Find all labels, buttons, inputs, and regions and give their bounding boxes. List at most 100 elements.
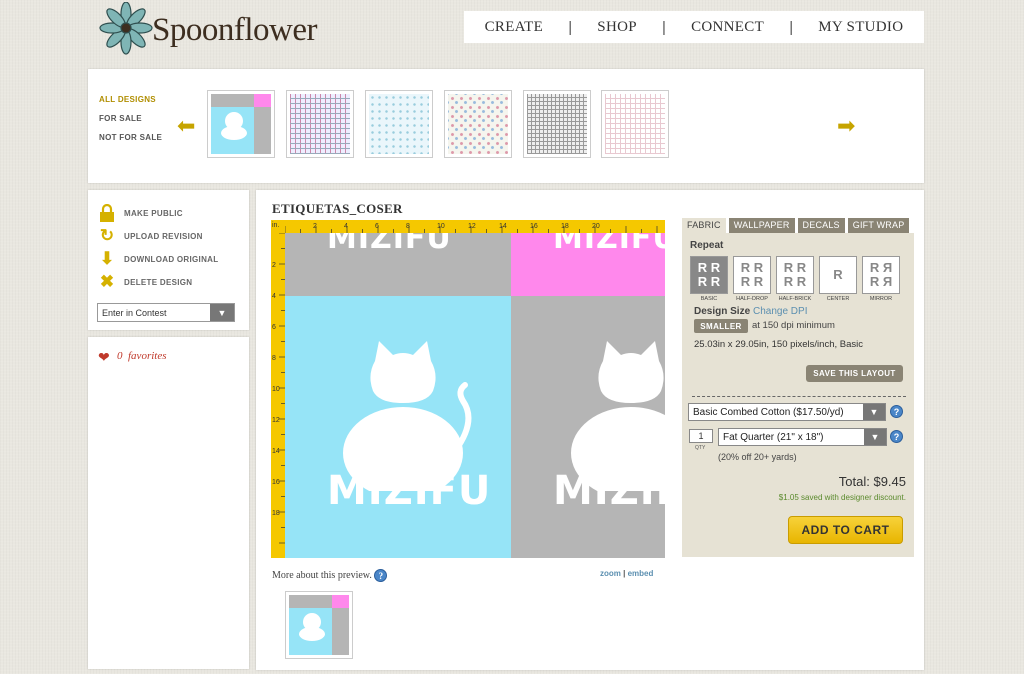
product-tabs: FABRIC WALLPAPER DECALS GIFT WRAP (682, 218, 910, 233)
repeat-half-brick-label: HALF-BRICK (778, 296, 812, 302)
help-icon[interactable]: ? (890, 405, 903, 418)
download-original-label: DOWNLOAD ORIGINAL (124, 254, 219, 264)
nav-create[interactable]: CREATE (485, 19, 543, 36)
repeat-mirror-option[interactable]: R ЯR Я (862, 256, 900, 294)
refresh-icon: ↻ (99, 226, 115, 245)
change-dpi-link[interactable]: Change DPI (753, 306, 807, 317)
smaller-button[interactable]: SMALLER (694, 319, 748, 333)
size-select[interactable]: Fat Quarter (21" x 18") ▼ (718, 428, 887, 446)
design-size-label: Design Size (694, 306, 751, 317)
tab-fabric[interactable]: FABRIC (682, 218, 726, 233)
save-layout-button[interactable]: SAVE THIS LAYOUT (806, 365, 903, 382)
ruler-label: 12 (468, 223, 476, 230)
ruler-label: 10 (437, 223, 445, 230)
zoom-link[interactable]: zoom (600, 569, 621, 578)
repeat-label: Repeat (690, 240, 724, 251)
add-to-cart-button[interactable]: ADD TO CART (788, 516, 903, 544)
repeat-center-option[interactable]: R (819, 256, 857, 294)
more-about-preview-link[interactable]: More about this preview. ? (272, 569, 388, 582)
tab-decals[interactable]: DECALS (797, 218, 845, 233)
nav-my-studio[interactable]: MY STUDIO (818, 19, 903, 36)
nav-connect[interactable]: CONNECT (691, 19, 764, 36)
ruler-label: 20 (592, 223, 600, 230)
favorites-link[interactable]: 0 favorites (117, 350, 167, 362)
upload-revision-button[interactable]: ↻ UPLOAD REVISION (97, 226, 203, 245)
design-preview[interactable]: in. 2 4 6 8 10 12 14 16 18 20 2 4 6 8 10 12 14 16 18 MIZI… (271, 220, 665, 558)
help-icon[interactable]: ? (890, 430, 903, 443)
link-separator: | (623, 569, 626, 578)
design-title: ETIQUETAS_COSER (272, 201, 403, 216)
repeat-basic-label: BASIC (700, 296, 718, 302)
nav-separator: | (662, 18, 666, 36)
flower-logo-icon (99, 2, 153, 55)
ruler-label: 16 (530, 223, 538, 230)
ruler-label: 14 (499, 223, 507, 230)
nav-shop[interactable]: SHOP (597, 19, 637, 36)
contest-select[interactable]: Enter in Contest ▼ (97, 303, 235, 322)
quantity-label: QTY (695, 445, 706, 451)
filter-not-for-sale[interactable]: NOT FOR SALE (99, 133, 162, 142)
design-thumbnail[interactable] (601, 90, 669, 158)
chevron-down-icon: ▼ (863, 404, 885, 420)
tile-text: MIZIFU (553, 468, 665, 514)
filter-for-sale[interactable]: FOR SALE (99, 114, 142, 123)
filter-all-designs[interactable]: ALL DESIGNS (99, 95, 156, 104)
ruler-label: 2 (313, 223, 317, 230)
tile-text: MIZIFU (327, 233, 452, 256)
ruler-label: 18 (561, 223, 569, 230)
download-original-button[interactable]: ⬇ DOWNLOAD ORIGINAL (97, 249, 219, 268)
ruler-left: 2 4 6 8 10 12 14 16 18 (272, 233, 285, 544)
designer-discount-note: $1.05 saved with designer discount. (778, 493, 906, 502)
ruler-label: 6 (272, 324, 276, 331)
favorites-count: 0 (117, 350, 123, 362)
total-price: Total: $9.45 (838, 474, 906, 489)
delete-design-button[interactable]: ✖ DELETE DESIGN (97, 272, 192, 291)
ruler-label: 16 (272, 479, 280, 486)
design-detail-panel: ETIQUETAS_COSER in. 2 4 6 8 10 12 14 16 18 20 246… (256, 190, 924, 670)
repeat-center-label: CENTER (826, 296, 850, 302)
size-value: Fat Quarter (21" x 18") (723, 431, 824, 443)
embed-link[interactable]: embed (628, 569, 654, 578)
tab-wallpaper[interactable]: WALLPAPER (728, 218, 795, 233)
preview-thumbnail[interactable] (285, 591, 353, 659)
quantity-input[interactable]: 1 (689, 429, 713, 443)
fabric-type-select[interactable]: Basic Combed Cotton ($17.50/yd) ▼ (688, 403, 886, 421)
design-thumbnail[interactable] (523, 90, 591, 158)
design-thumbnail[interactable] (444, 90, 512, 158)
logo-text[interactable]: Spoonflower (152, 12, 317, 49)
fabric-type-value: Basic Combed Cotton ($17.50/yd) (693, 406, 844, 418)
help-icon[interactable]: ? (374, 569, 388, 582)
repeat-half-drop-label: HALF-DROP (736, 296, 768, 302)
upload-revision-label: UPLOAD REVISION (124, 231, 203, 241)
make-public-button[interactable]: MAKE PUBLIC (97, 204, 183, 222)
more-about-preview-text: More about this preview. (272, 569, 372, 581)
tile-text: MIZIFU (327, 468, 492, 514)
carousel-next-arrow-icon[interactable]: ➡ (837, 113, 855, 139)
lock-icon (97, 204, 117, 222)
design-actions-panel: MAKE PUBLIC ↻ UPLOAD REVISION ⬇ DOWNLOAD… (88, 190, 249, 330)
ruler-unit-label: in. (272, 222, 280, 229)
tab-gift-wrap[interactable]: GIFT WRAP (847, 218, 910, 233)
design-thumbnail[interactable] (286, 90, 354, 158)
design-thumbnail[interactable] (207, 90, 275, 158)
ruler-label: 8 (272, 355, 276, 362)
chevron-down-icon: ▼ (210, 304, 234, 321)
repeat-half-brick-option[interactable]: R RR R (776, 256, 814, 294)
ruler-label: 6 (375, 223, 379, 230)
contest-select-value: Enter in Contest (102, 307, 167, 318)
design-dimensions: 25.03in x 29.05in, 150 pixels/inch, Basi… (694, 339, 863, 350)
make-public-label: MAKE PUBLIC (124, 208, 183, 218)
design-thumbnail[interactable] (365, 90, 433, 158)
carousel-prev-arrow-icon[interactable]: ⬅ (177, 113, 195, 139)
heart-icon: ❤ (98, 349, 110, 365)
favorites-label: favorites (128, 350, 167, 362)
bulk-discount-note: (20% off 20+ yards) (718, 452, 797, 462)
ruler-label: 14 (272, 448, 280, 455)
preview-canvas: MIZIFU MIZIFU MIZIFU MIZIFU (285, 233, 665, 558)
ruler-label: 10 (272, 386, 280, 393)
repeat-half-drop-option[interactable]: R RR R (733, 256, 771, 294)
repeat-basic-option[interactable]: R RR R (690, 256, 728, 294)
design-carousel: ALL DESIGNS FOR SALE NOT FOR SALE ⬅ ➡ (88, 69, 924, 183)
favorites-panel: ❤ 0 favorites (88, 337, 249, 669)
ruler-top: 2 4 6 8 10 12 14 16 18 20 (285, 223, 658, 233)
